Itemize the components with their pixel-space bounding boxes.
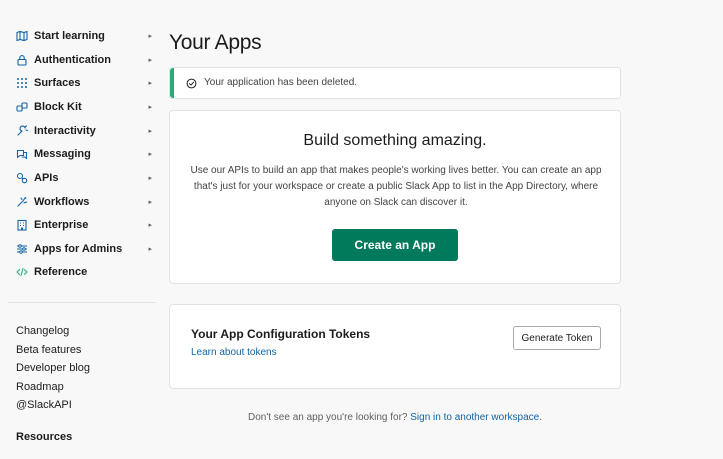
blocks-icon <box>16 101 28 113</box>
alert-text: Your application has been deleted. <box>204 77 358 88</box>
sidebar-item-label: Workflows <box>34 196 90 208</box>
tokens-title: Your App Configuration Tokens <box>191 327 371 341</box>
caret-right-icon: ▸ <box>148 57 152 64</box>
interactivity-icon <box>16 125 28 137</box>
sidebar-divider <box>8 302 156 303</box>
sidebar-item-interactivity[interactable]: Interactivity ▸ <box>16 121 152 141</box>
caret-right-icon: ▸ <box>148 128 152 135</box>
sidebar-item-block-kit[interactable]: Block Kit ▸ <box>16 97 152 117</box>
sign-in-another-workspace-link[interactable]: Sign in to another workspace <box>410 412 539 423</box>
workflow-icon <box>16 196 28 208</box>
sidebar-link-slackapi[interactable]: @SlackAPI <box>16 399 72 411</box>
sidebar-item-label: Apps for Admins <box>34 243 123 255</box>
caret-right-icon: ▸ <box>148 104 152 111</box>
sidebar-item-authentication[interactable]: Authentication ▸ <box>16 50 152 70</box>
learn-about-tokens-link[interactable]: Learn about tokens <box>191 347 277 358</box>
code-icon <box>16 266 28 278</box>
caret-right-icon: ▸ <box>148 80 152 87</box>
sliders-icon <box>16 243 28 255</box>
sidebar-item-label: Interactivity <box>34 125 96 137</box>
create-app-button[interactable]: Create an App <box>332 229 458 261</box>
sidebar-item-workflows[interactable]: Workflows ▸ <box>16 192 152 212</box>
sidebar-item-start-learning[interactable]: Start learning ▸ <box>16 26 152 46</box>
sidebar-item-label: Surfaces <box>34 77 81 89</box>
apis-icon <box>16 172 28 184</box>
sidebar-item-label: Enterprise <box>34 219 89 231</box>
sidebar-item-apps-for-admins[interactable]: Apps for Admins ▸ <box>16 239 152 259</box>
caret-right-icon: ▸ <box>148 151 152 158</box>
success-alert: Your application has been deleted. <box>169 67 621 99</box>
footer-suffix: . <box>539 412 542 423</box>
page-title: Your Apps <box>169 31 262 54</box>
sidebar-item-label: Start learning <box>34 30 105 42</box>
sidebar-item-label: Messaging <box>34 148 91 160</box>
sidebar-item-label: Block Kit <box>34 101 82 113</box>
caret-right-icon: ▸ <box>148 222 152 229</box>
sidebar-resources-heading: Resources <box>16 431 73 443</box>
caret-right-icon: ▸ <box>148 33 152 40</box>
sidebar-item-label: Reference <box>34 266 88 278</box>
message-icon <box>16 148 28 160</box>
check-circle-icon <box>186 78 197 89</box>
generate-token-button[interactable]: Generate Token <box>513 326 601 350</box>
alert-accent-bar <box>170 68 174 98</box>
lock-icon <box>16 54 28 66</box>
caret-right-icon: ▸ <box>148 246 152 253</box>
sidebar-item-enterprise[interactable]: Enterprise ▸ <box>16 215 152 235</box>
sidebar-link-roadmap[interactable]: Roadmap <box>16 381 64 393</box>
footer-text: Don't see an app you're looking for? <box>247 412 408 423</box>
build-description: Use our APIs to build an app that makes … <box>190 165 602 208</box>
sidebar-link-beta-features[interactable]: Beta features <box>16 344 81 356</box>
sidebar-link-changelog[interactable]: Changelog <box>16 325 69 337</box>
grid-icon <box>16 77 28 89</box>
sidebar-item-label: APIs <box>34 172 59 184</box>
sidebar-item-reference[interactable]: Reference <box>16 262 152 282</box>
caret-right-icon: ▸ <box>148 199 152 206</box>
footer-note: Don't see an app you're looking for? Sig… <box>169 412 621 423</box>
sidebar-link-developer-blog[interactable]: Developer blog <box>16 362 90 374</box>
building-icon <box>16 219 28 231</box>
build-card: Build something amazing. Use our APIs to… <box>169 110 621 284</box>
sidebar-item-apis[interactable]: APIs ▸ <box>16 168 152 188</box>
sidebar-item-messaging[interactable]: Messaging ▸ <box>16 144 152 164</box>
config-tokens-card: Your App Configuration Tokens Learn abou… <box>169 304 621 389</box>
sidebar: Start learning ▸ Authentication ▸ Surfac… <box>0 0 157 459</box>
build-title: Build something amazing. <box>303 132 487 149</box>
sidebar-item-label: Authentication <box>34 54 111 66</box>
sidebar-item-surfaces[interactable]: Surfaces ▸ <box>16 73 152 93</box>
map-icon <box>16 30 28 42</box>
caret-right-icon: ▸ <box>148 175 152 182</box>
